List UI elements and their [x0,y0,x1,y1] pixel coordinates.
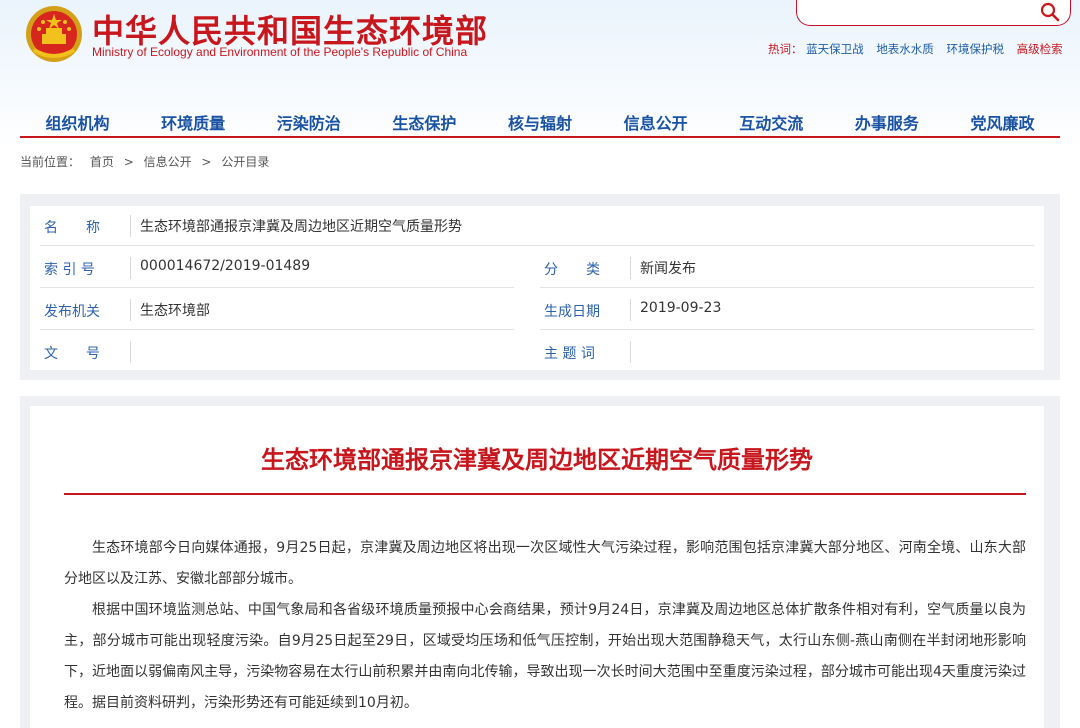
nav-item-information-disclosure[interactable]: 信息公开 [598,112,713,136]
nav-item-organization[interactable]: 组织机构 [20,112,135,136]
site-title-english: Ministry of Ecology and Environment of t… [92,45,468,59]
meta-row: 索 引 号 000014672/2019-01489 分 类 新闻发布 [30,248,1044,288]
breadcrumb-separator: > [201,155,212,169]
nav-item-nuclear-radiation[interactable]: 核与辐射 [483,112,598,136]
meta-name-key: 名 称 [44,220,100,236]
meta-subject-key: 主 题 词 [544,346,595,362]
search-input[interactable] [796,0,1071,26]
article-paragraph: 根据中国环境监测总站、中国气象局和各省级环境质量预报中心会商结果，预计9月24日… [64,602,1026,711]
meta-row: 文 号 主 题 词 [30,332,1044,372]
meta-category-key: 分 类 [544,262,600,278]
nav-item-pollution-control[interactable]: 污染防治 [251,112,366,136]
meta-row: 名 称 生态环境部通报京津冀及周边地区近期空气质量形势 [30,206,1044,246]
nav-item-interaction[interactable]: 互动交流 [714,112,829,136]
meta-index-value: 000014672/2019-01489 [140,258,311,274]
meta-row: 发布机关 生态环境部 生成日期 2019-09-23 [30,290,1044,330]
meta-table: 名 称 生态环境部通报京津冀及周边地区近期空气质量形势 索 引 号 000014… [30,206,1044,370]
search-icon[interactable] [1040,2,1060,22]
advanced-search-link[interactable]: 高级检索 [1017,42,1063,56]
national-emblem-icon[interactable] [24,4,84,64]
nav-item-services[interactable]: 办事服务 [829,112,944,136]
meta-issuer-key: 发布机关 [44,304,100,320]
meta-index-key: 索 引 号 [44,262,95,278]
nav-item-integrity[interactable]: 党风廉政 [945,112,1060,136]
nav-item-ecological-protection[interactable]: 生态保护 [367,112,482,136]
breadcrumb-link-catalog[interactable]: 公开目录 [221,155,269,169]
main-nav: 组织机构 环境质量 污染防治 生态保护 核与辐射 信息公开 互动交流 办事服务 … [20,112,1060,138]
meta-date-key: 生成日期 [544,304,600,320]
hotwords-label: 热词： [768,42,803,56]
meta-name-value: 生态环境部通报京津冀及周边地区近期空气质量形势 [140,219,462,235]
meta-docno-key: 文 号 [44,346,100,362]
meta-date-value: 2019-09-23 [640,300,722,316]
article-title: 生态环境部通报京津冀及周边地区近期空气质量形势 [261,446,813,474]
hotword-link[interactable]: 地表水水质 [876,42,934,56]
breadcrumb: 当前位置： 首页 > 信息公开 > 公开目录 [20,153,275,170]
meta-category-value: 新闻发布 [640,261,696,277]
breadcrumb-separator: > [123,155,134,169]
title-divider [64,493,1026,495]
nav-item-environment-quality[interactable]: 环境质量 [136,112,251,136]
hotword-link[interactable]: 蓝天保卫战 [806,42,864,56]
meta-issuer-value: 生态环境部 [140,303,210,319]
hotwords-bar: 热词： 蓝天保卫战 地表水水质 环境保护税 高级检索 [768,41,1063,57]
breadcrumb-label: 当前位置： [20,155,81,169]
breadcrumb-link-home[interactable]: 首页 [90,155,114,169]
hotword-link[interactable]: 环境保护税 [946,42,1004,56]
article-paragraph: 生态环境部今日向媒体通报，9月25日起，京津冀及周边地区将出现一次区域性大气污染… [64,540,1026,587]
breadcrumb-link-info[interactable]: 信息公开 [144,155,192,169]
